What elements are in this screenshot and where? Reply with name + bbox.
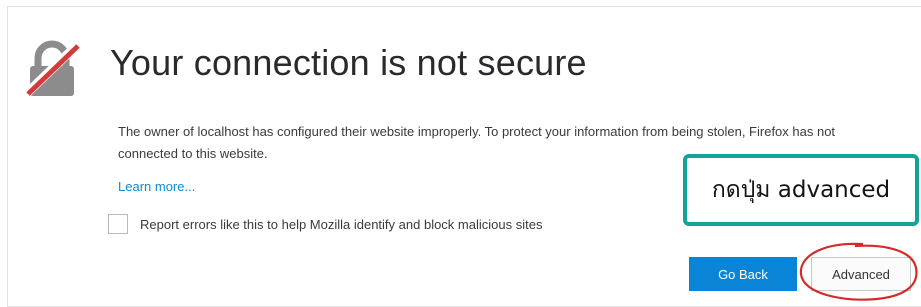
report-errors-checkbox[interactable]	[108, 214, 128, 234]
page-title: Your connection is not secure	[110, 42, 587, 83]
learn-more-link[interactable]: Learn more...	[118, 179, 195, 194]
annotation-callout: กดปุ่ม advanced	[683, 154, 919, 226]
callout-text: กดปุ่ม advanced	[711, 177, 891, 203]
report-errors-row[interactable]: Report errors like this to help Mozilla …	[108, 214, 542, 234]
broken-lock-icon	[22, 40, 82, 98]
advanced-button[interactable]: Advanced	[811, 257, 911, 291]
report-errors-label: Report errors like this to help Mozilla …	[140, 216, 543, 232]
go-back-button[interactable]: Go Back	[689, 257, 797, 291]
